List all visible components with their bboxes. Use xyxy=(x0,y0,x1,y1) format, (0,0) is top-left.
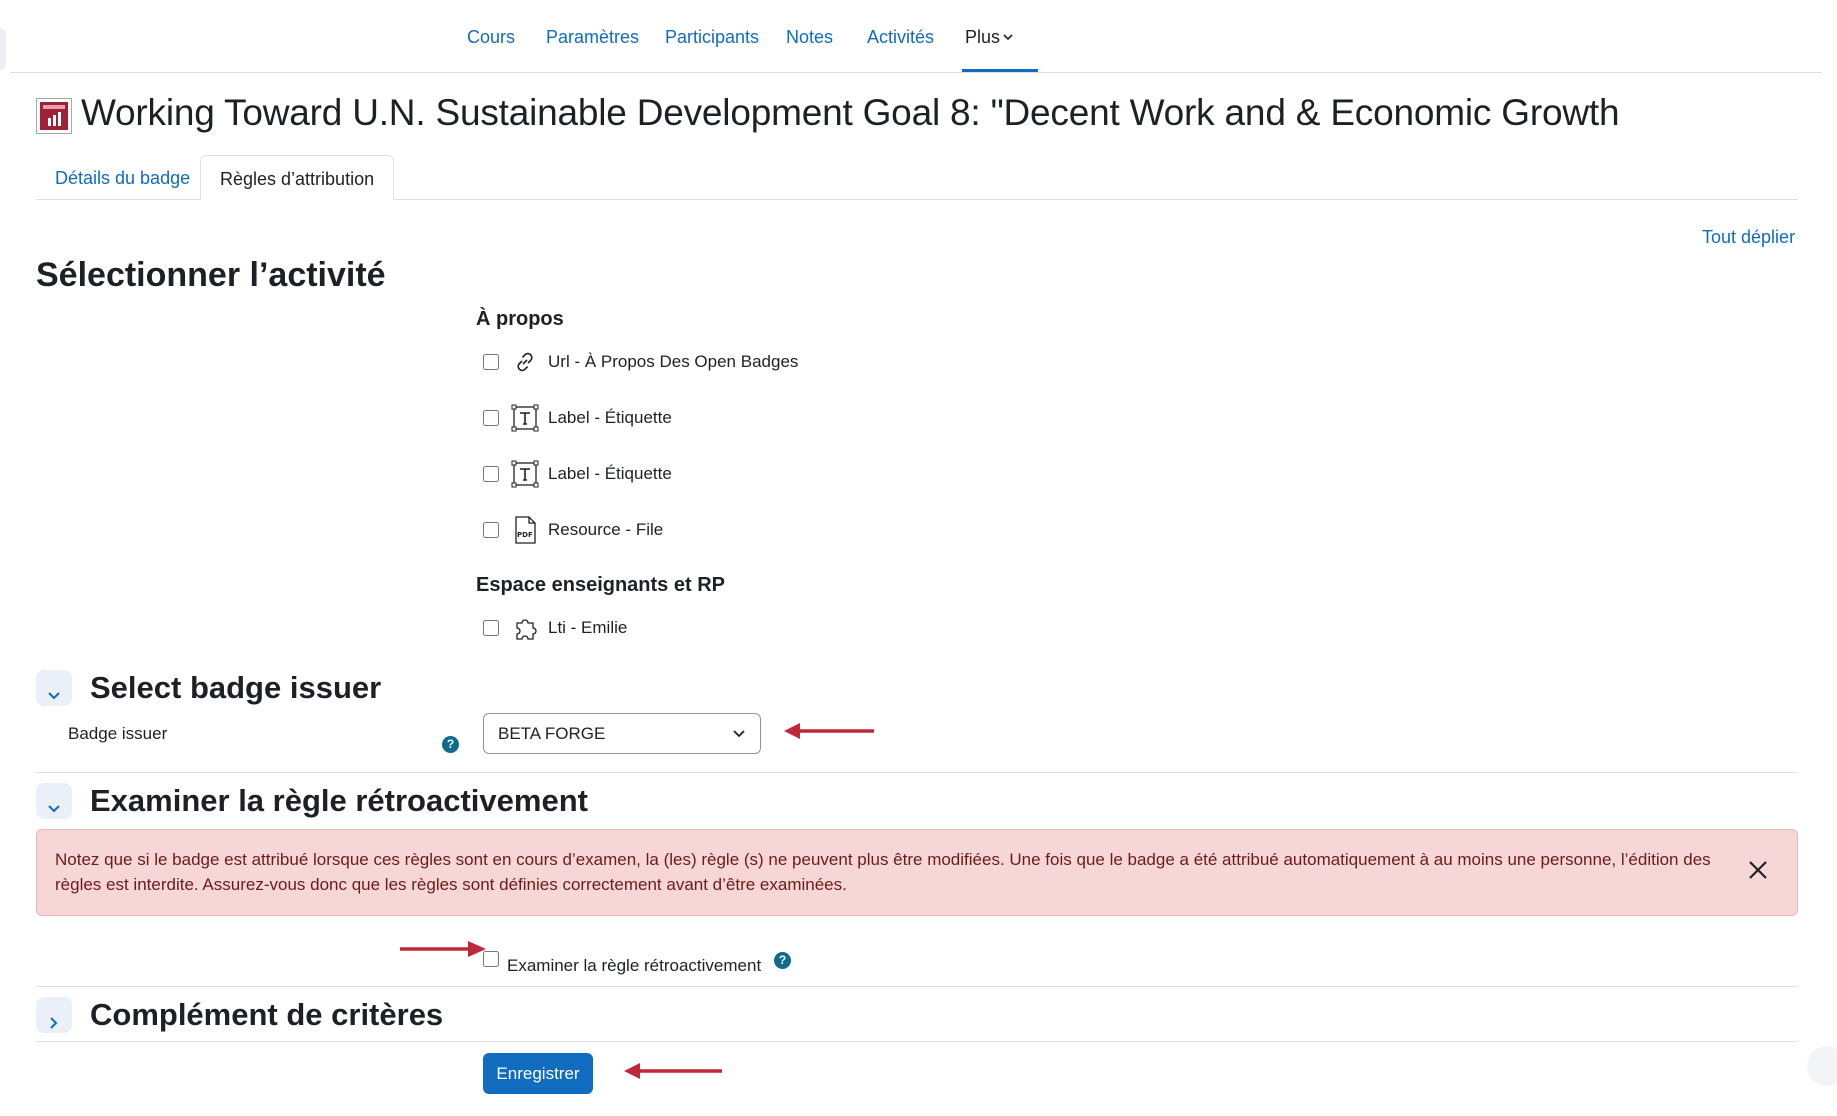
retroactive-section-title: Examiner la règle rétroactivement xyxy=(90,783,588,818)
section-divider xyxy=(36,1041,1798,1042)
badge-issuer-selected-value: BETA FORGE xyxy=(498,724,606,743)
retroactive-checkbox-row: Examiner la règle rétroactivement xyxy=(483,942,761,976)
page-title: Working Toward U.N. Sustainable Developm… xyxy=(81,92,1620,133)
floating-help-button[interactable] xyxy=(1807,1046,1837,1086)
pdf-file-icon: PDF xyxy=(511,516,539,544)
active-nav-underline xyxy=(962,69,1038,72)
group-heading-espace-enseignants: Espace enseignants et RP xyxy=(476,574,725,596)
criteria-section-title: Complément de critères xyxy=(90,997,444,1032)
activity-checkbox[interactable] xyxy=(483,522,499,538)
warning-alert: Notez que si le badge est attribué lorsq… xyxy=(36,829,1798,916)
retroactive-checkbox-label: Examiner la règle rétroactivement xyxy=(507,956,762,975)
activity-label: Label - Étiquette xyxy=(548,408,672,427)
collapse-toggle-criteria[interactable] xyxy=(36,997,72,1033)
section-divider xyxy=(36,986,1798,987)
badge-issuer-label: Badge issuer xyxy=(68,724,168,743)
chevron-down-icon xyxy=(48,692,60,700)
tab-details-du-badge[interactable]: Détails du badge xyxy=(36,155,209,200)
activity-label: Label - Étiquette xyxy=(548,464,672,483)
close-icon[interactable] xyxy=(1745,857,1771,883)
chevron-down-icon xyxy=(1003,30,1013,44)
side-drawer-handle[interactable] xyxy=(0,28,6,70)
activity-label: Resource - File xyxy=(548,520,664,539)
activity-row: Label - Étiquette xyxy=(483,403,672,433)
badge-issuer-select[interactable]: BETA FORGE xyxy=(483,713,761,754)
select-activity-heading: Sélectionner l’activité xyxy=(36,256,386,294)
link-icon xyxy=(511,348,539,376)
help-icon[interactable]: ? xyxy=(442,736,459,753)
activity-row: Url - À Propos Des Open Badges xyxy=(483,347,798,377)
badge-issuer-section-title: Select badge issuer xyxy=(90,670,382,705)
tab-regles-attribution[interactable]: Règles d’attribution xyxy=(200,155,395,200)
nav-item-plus-label: Plus xyxy=(965,27,1001,47)
nav-item-parametres[interactable]: Paramètres xyxy=(546,27,639,48)
activity-label: Url - À Propos Des Open Badges xyxy=(548,352,799,371)
collapse-toggle-retroactive[interactable] xyxy=(36,783,72,819)
chevron-right-icon xyxy=(50,1017,58,1029)
activity-row: PDF Resource - File xyxy=(483,515,663,545)
text-label-icon xyxy=(511,404,539,432)
annotation-arrow-icon xyxy=(624,1063,722,1079)
alert-message: Notez que si le badge est attribué lorsq… xyxy=(55,850,1711,894)
activity-checkbox[interactable] xyxy=(483,466,499,482)
activity-row: Label - Étiquette xyxy=(483,459,672,489)
help-icon[interactable]: ? xyxy=(774,952,791,969)
annotation-arrow-icon xyxy=(400,941,486,957)
svg-text:PDF: PDF xyxy=(517,531,533,539)
activity-checkbox[interactable] xyxy=(483,410,499,426)
secondary-navigation: Cours Paramètres Participants Notes Acti… xyxy=(10,0,1822,73)
expand-all-link[interactable]: Tout déplier xyxy=(1702,227,1795,248)
activity-checkbox[interactable] xyxy=(483,354,499,370)
chevron-down-icon xyxy=(732,726,746,746)
collapse-toggle-badge-issuer[interactable] xyxy=(36,670,72,706)
nav-item-notes[interactable]: Notes xyxy=(786,27,833,48)
nav-item-activites[interactable]: Activités xyxy=(867,27,934,48)
text-label-icon xyxy=(511,460,539,488)
save-button[interactable]: Enregistrer xyxy=(483,1053,593,1094)
chevron-down-icon xyxy=(48,805,60,813)
group-heading-a-propos: À propos xyxy=(476,308,564,330)
nav-item-participants[interactable]: Participants xyxy=(665,27,759,48)
section-divider xyxy=(36,772,1798,773)
activity-label: Lti - Emilie xyxy=(548,618,628,637)
activity-row: Lti - Emilie xyxy=(483,613,627,643)
nav-item-plus[interactable]: Plus xyxy=(965,27,1013,48)
nav-item-cours[interactable]: Cours xyxy=(467,27,515,48)
puzzle-icon xyxy=(511,614,539,642)
sdg-badge-icon xyxy=(36,98,72,134)
annotation-arrow-icon xyxy=(784,723,874,739)
activity-checkbox[interactable] xyxy=(483,620,499,636)
